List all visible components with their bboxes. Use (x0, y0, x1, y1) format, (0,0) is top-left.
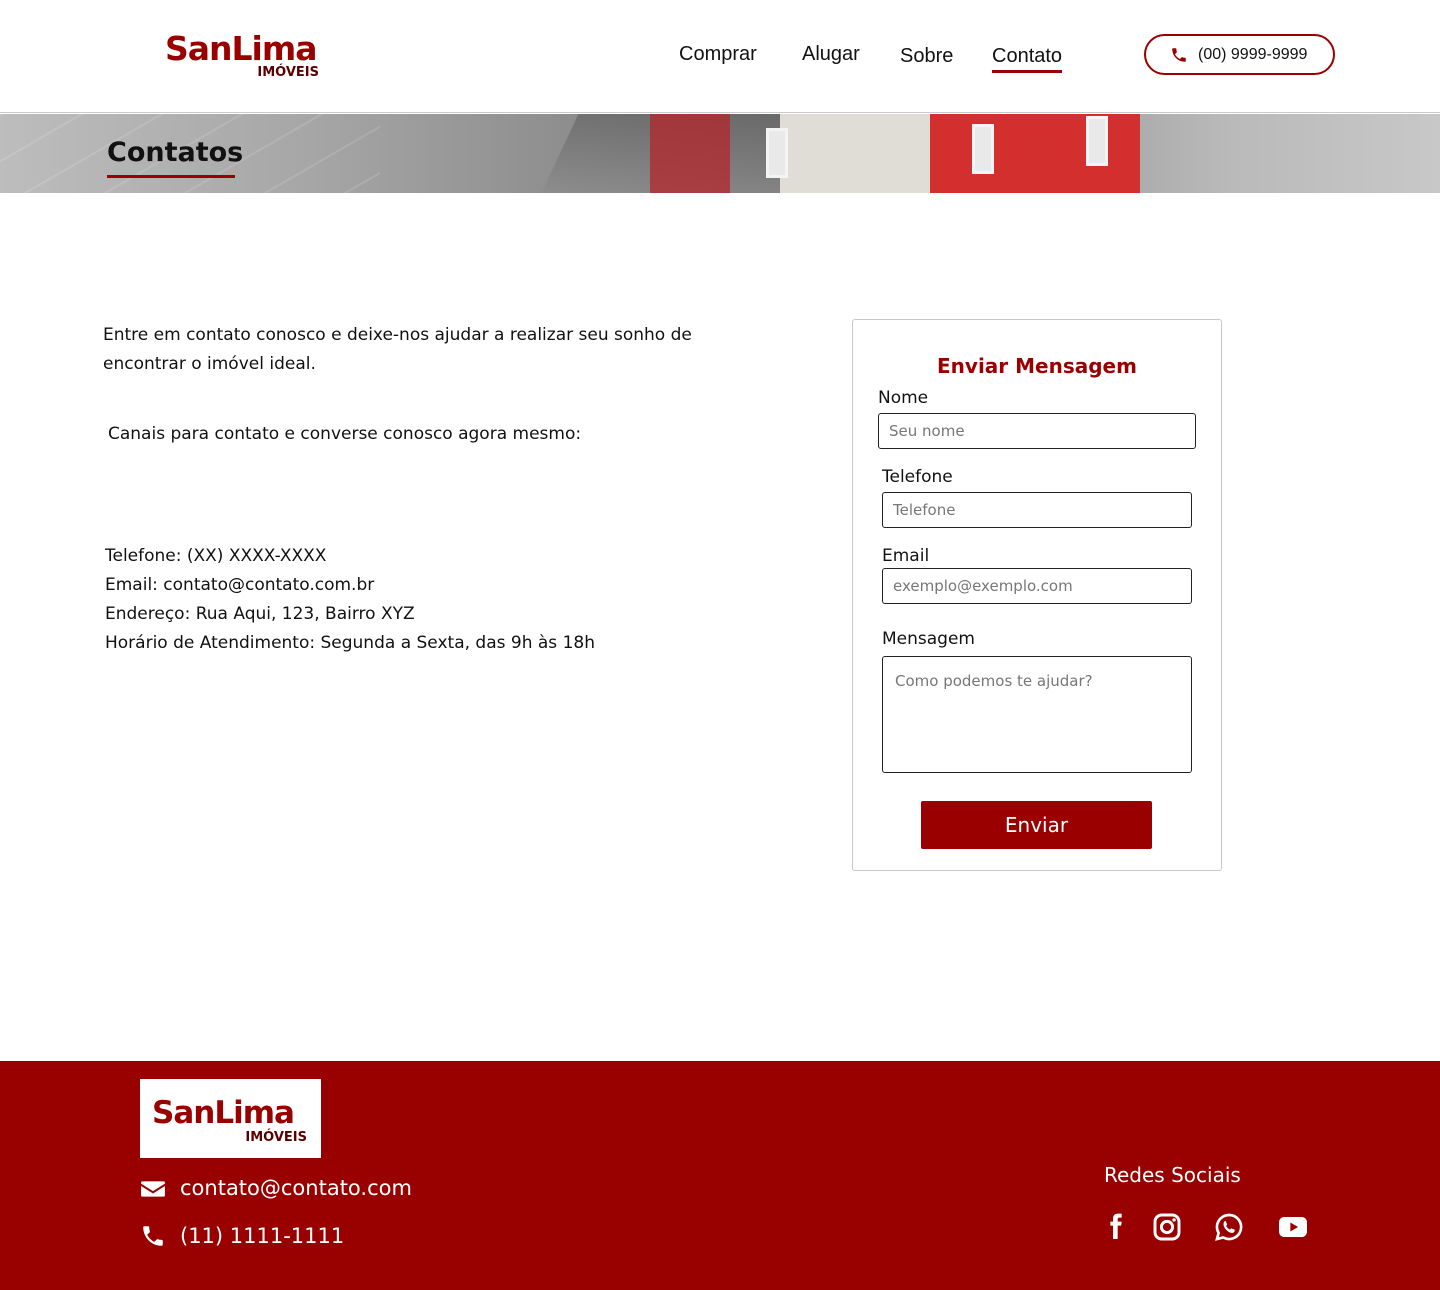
logo-subtitle: IMÓVEIS (257, 65, 319, 80)
facebook-icon[interactable] (1098, 1211, 1132, 1243)
name-label: Nome (878, 388, 929, 408)
envelope-icon (141, 1181, 165, 1197)
hero-house-wall (650, 114, 730, 193)
hero-window (1086, 116, 1108, 166)
page-title-underline (107, 175, 235, 178)
info-phone: Telefone: (XX) XXXX-XXXX (105, 546, 327, 566)
footer-logo-subtitle: IMÓVEIS (245, 1130, 307, 1145)
instagram-icon[interactable] (1150, 1211, 1184, 1243)
hero-house-side (780, 114, 930, 193)
footer-logo[interactable]: SanLima IMÓVEIS (140, 1079, 321, 1158)
message-textarea[interactable] (882, 656, 1192, 773)
header-phone-button[interactable]: (00) 9999-9999 (1144, 34, 1335, 75)
nav-comprar[interactable]: Comprar (679, 42, 757, 66)
email-input[interactable] (882, 568, 1192, 604)
phone-icon (1172, 48, 1186, 62)
footer-phone[interactable]: (11) 1111-1111 (180, 1223, 344, 1249)
phone-icon (143, 1226, 163, 1246)
nav-alugar[interactable]: Alugar (802, 42, 860, 66)
form-title: Enviar Mensagem (937, 354, 1137, 378)
footer-email[interactable]: contato@contato.com (180, 1175, 412, 1201)
social-title: Redes Sociais (1104, 1163, 1241, 1187)
whatsapp-icon[interactable] (1212, 1211, 1246, 1243)
phone-label: Telefone (882, 467, 953, 487)
page-title: Contatos (107, 137, 244, 168)
header-phone-text: (00) 9999-9999 (1198, 46, 1308, 63)
nav-sobre[interactable]: Sobre (900, 44, 953, 68)
send-button[interactable]: Enviar (921, 801, 1152, 849)
hero-window (972, 124, 994, 174)
hero-house-front (930, 114, 1140, 193)
nav-contato[interactable]: Contato (992, 44, 1063, 73)
name-input[interactable] (878, 413, 1196, 449)
footer-logo-brand: SanLima (152, 1095, 295, 1131)
email-label: Email (882, 546, 930, 566)
info-hours: Horário de Atendimento: Segunda a Sexta,… (105, 633, 595, 653)
phone-input[interactable] (882, 492, 1192, 528)
youtube-icon[interactable] (1276, 1211, 1310, 1243)
logo-brand: SanLima (165, 29, 318, 68)
header-logo[interactable]: SanLima IMÓVEIS (165, 30, 325, 82)
hero-window (766, 128, 788, 178)
channels-text: Canais para contato e converse conosco a… (108, 424, 582, 444)
site-header: SanLima IMÓVEIS Comprar Alugar Sobre Con… (0, 0, 1440, 113)
info-email: Email: contato@contato.com.br (105, 575, 375, 595)
info-address: Endereço: Rua Aqui, 123, Bairro XYZ (105, 604, 415, 624)
message-label: Mensagem (882, 629, 975, 649)
intro-text: Entre em contato conosco e deixe-nos aju… (103, 325, 692, 374)
